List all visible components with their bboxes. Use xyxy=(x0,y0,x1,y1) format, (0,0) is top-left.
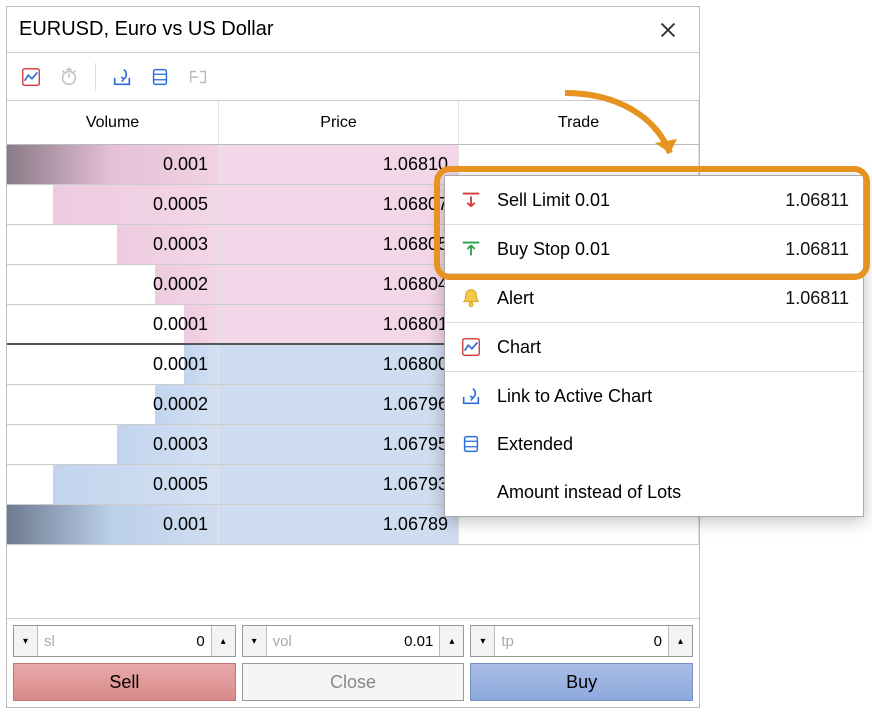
sl-value[interactable]: 0 xyxy=(61,633,205,650)
menu-amount[interactable]: Amount instead of Lots xyxy=(445,468,863,516)
grid-header: Volume Price Trade xyxy=(7,101,699,145)
bell-icon xyxy=(459,286,483,310)
menu-sell-limit-price: 1.06811 xyxy=(785,190,849,211)
vol-decrease[interactable]: ▾ xyxy=(243,626,267,656)
price-value: 1.06796 xyxy=(219,385,448,424)
col-trade[interactable]: Trade xyxy=(459,101,699,144)
footer: ▾ sl 0 ▴ ▾ vol 0.01 ▴ ▾ tp 0 xyxy=(7,618,699,707)
buy-button[interactable]: Buy xyxy=(470,663,693,701)
menu-alert[interactable]: Alert 1.06811 xyxy=(445,274,863,322)
sl-spinner[interactable]: ▾ sl 0 ▴ xyxy=(13,625,236,657)
vol-value[interactable]: 0.01 xyxy=(298,633,433,650)
price-cell: 1.06807 xyxy=(219,185,459,224)
volume-value: 0.0005 xyxy=(7,185,208,224)
buy-stop-icon xyxy=(459,237,483,261)
menu-sell-limit[interactable]: Sell Limit 0.01 1.06811 xyxy=(445,176,863,224)
volume-cell: 0.0005 xyxy=(7,185,219,224)
vol-increase[interactable]: ▴ xyxy=(439,626,463,656)
sell-button[interactable]: Sell xyxy=(13,663,236,701)
volume-value: 0.0005 xyxy=(7,465,208,504)
price-cell: 1.06796 xyxy=(219,385,459,424)
sl-increase[interactable]: ▴ xyxy=(211,626,235,656)
context-menu: Sell Limit 0.01 1.06811 Buy Stop 0.01 1.… xyxy=(444,175,864,517)
menu-alert-price: 1.06811 xyxy=(785,288,849,309)
tp-spinner[interactable]: ▾ tp 0 ▴ xyxy=(470,625,693,657)
volume-cell: 0.0003 xyxy=(7,225,219,264)
volume-value: 0.0002 xyxy=(7,385,208,424)
price-value: 1.06810 xyxy=(219,145,448,184)
tp-increase[interactable]: ▴ xyxy=(668,626,692,656)
price-cell: 1.06810 xyxy=(219,145,459,184)
volume-value: 0.001 xyxy=(7,505,208,544)
price-cell: 1.06800 xyxy=(219,345,459,384)
volume-cell: 0.0005 xyxy=(7,465,219,504)
amount-toggle-button[interactable] xyxy=(182,61,214,93)
menu-chart[interactable]: Chart xyxy=(445,323,863,371)
chart-settings-button[interactable] xyxy=(15,61,47,93)
vol-spinner[interactable]: ▾ vol 0.01 ▴ xyxy=(242,625,465,657)
toolbar-separator xyxy=(95,63,96,91)
menu-extended[interactable]: Extended xyxy=(445,420,863,468)
link-icon xyxy=(459,384,483,408)
menu-link-chart[interactable]: Link to Active Chart xyxy=(445,372,863,420)
price-cell: 1.06793 xyxy=(219,465,459,504)
menu-amount-label: Amount instead of Lots xyxy=(497,482,849,503)
menu-sell-limit-label: Sell Limit 0.01 xyxy=(497,190,771,211)
price-value: 1.06793 xyxy=(219,465,448,504)
menu-chart-label: Chart xyxy=(497,337,849,358)
volume-cell: 0.0001 xyxy=(7,305,219,343)
volume-cell: 0.0002 xyxy=(7,385,219,424)
sell-limit-icon xyxy=(459,188,483,212)
col-volume[interactable]: Volume xyxy=(7,101,219,144)
volume-value: 0.0002 xyxy=(7,265,208,304)
vol-label: vol xyxy=(273,633,292,650)
price-value: 1.06800 xyxy=(219,345,448,384)
extended-toggle-button[interactable] xyxy=(144,61,176,93)
price-value: 1.06805 xyxy=(219,225,448,264)
menu-extended-label: Extended xyxy=(497,434,849,455)
price-cell: 1.06801 xyxy=(219,305,459,343)
close-button[interactable] xyxy=(657,19,687,41)
volume-value: 0.0001 xyxy=(7,305,208,343)
volume-value: 0.0003 xyxy=(7,225,208,264)
volume-cell: 0.001 xyxy=(7,505,219,544)
titlebar: EURUSD, Euro vs US Dollar xyxy=(7,7,699,53)
price-cell: 1.06805 xyxy=(219,225,459,264)
price-value: 1.06807 xyxy=(219,185,448,224)
menu-buy-stop-price: 1.06811 xyxy=(785,239,849,260)
price-cell: 1.06795 xyxy=(219,425,459,464)
menu-buy-stop-label: Buy Stop 0.01 xyxy=(497,239,771,260)
tp-decrease[interactable]: ▾ xyxy=(471,626,495,656)
blank-icon xyxy=(459,480,483,504)
menu-link-label: Link to Active Chart xyxy=(497,386,849,407)
volume-cell: 0.0002 xyxy=(7,265,219,304)
price-value: 1.06804 xyxy=(219,265,448,304)
price-value: 1.06801 xyxy=(219,305,448,343)
tp-label: tp xyxy=(501,633,514,650)
volume-cell: 0.0001 xyxy=(7,345,219,384)
volume-cell: 0.001 xyxy=(7,145,219,184)
price-cell: 1.06789 xyxy=(219,505,459,544)
price-value: 1.06789 xyxy=(219,505,448,544)
sl-decrease[interactable]: ▾ xyxy=(14,626,38,656)
toolbar xyxy=(7,53,699,101)
link-chart-button[interactable] xyxy=(106,61,138,93)
window-title: EURUSD, Euro vs US Dollar xyxy=(19,18,657,41)
volume-cell: 0.0003 xyxy=(7,425,219,464)
tp-value[interactable]: 0 xyxy=(520,633,662,650)
price-cell: 1.06804 xyxy=(219,265,459,304)
volume-value: 0.0003 xyxy=(7,425,208,464)
close-trade-button[interactable]: Close xyxy=(242,663,465,701)
col-price[interactable]: Price xyxy=(219,101,459,144)
volume-value: 0.001 xyxy=(7,145,208,184)
grid-icon xyxy=(459,432,483,456)
menu-alert-label: Alert xyxy=(497,288,771,309)
sl-label: sl xyxy=(44,633,55,650)
price-value: 1.06795 xyxy=(219,425,448,464)
volume-value: 0.0001 xyxy=(7,345,208,384)
timer-button[interactable] xyxy=(53,61,85,93)
chart-icon xyxy=(459,335,483,359)
menu-buy-stop[interactable]: Buy Stop 0.01 1.06811 xyxy=(445,225,863,273)
